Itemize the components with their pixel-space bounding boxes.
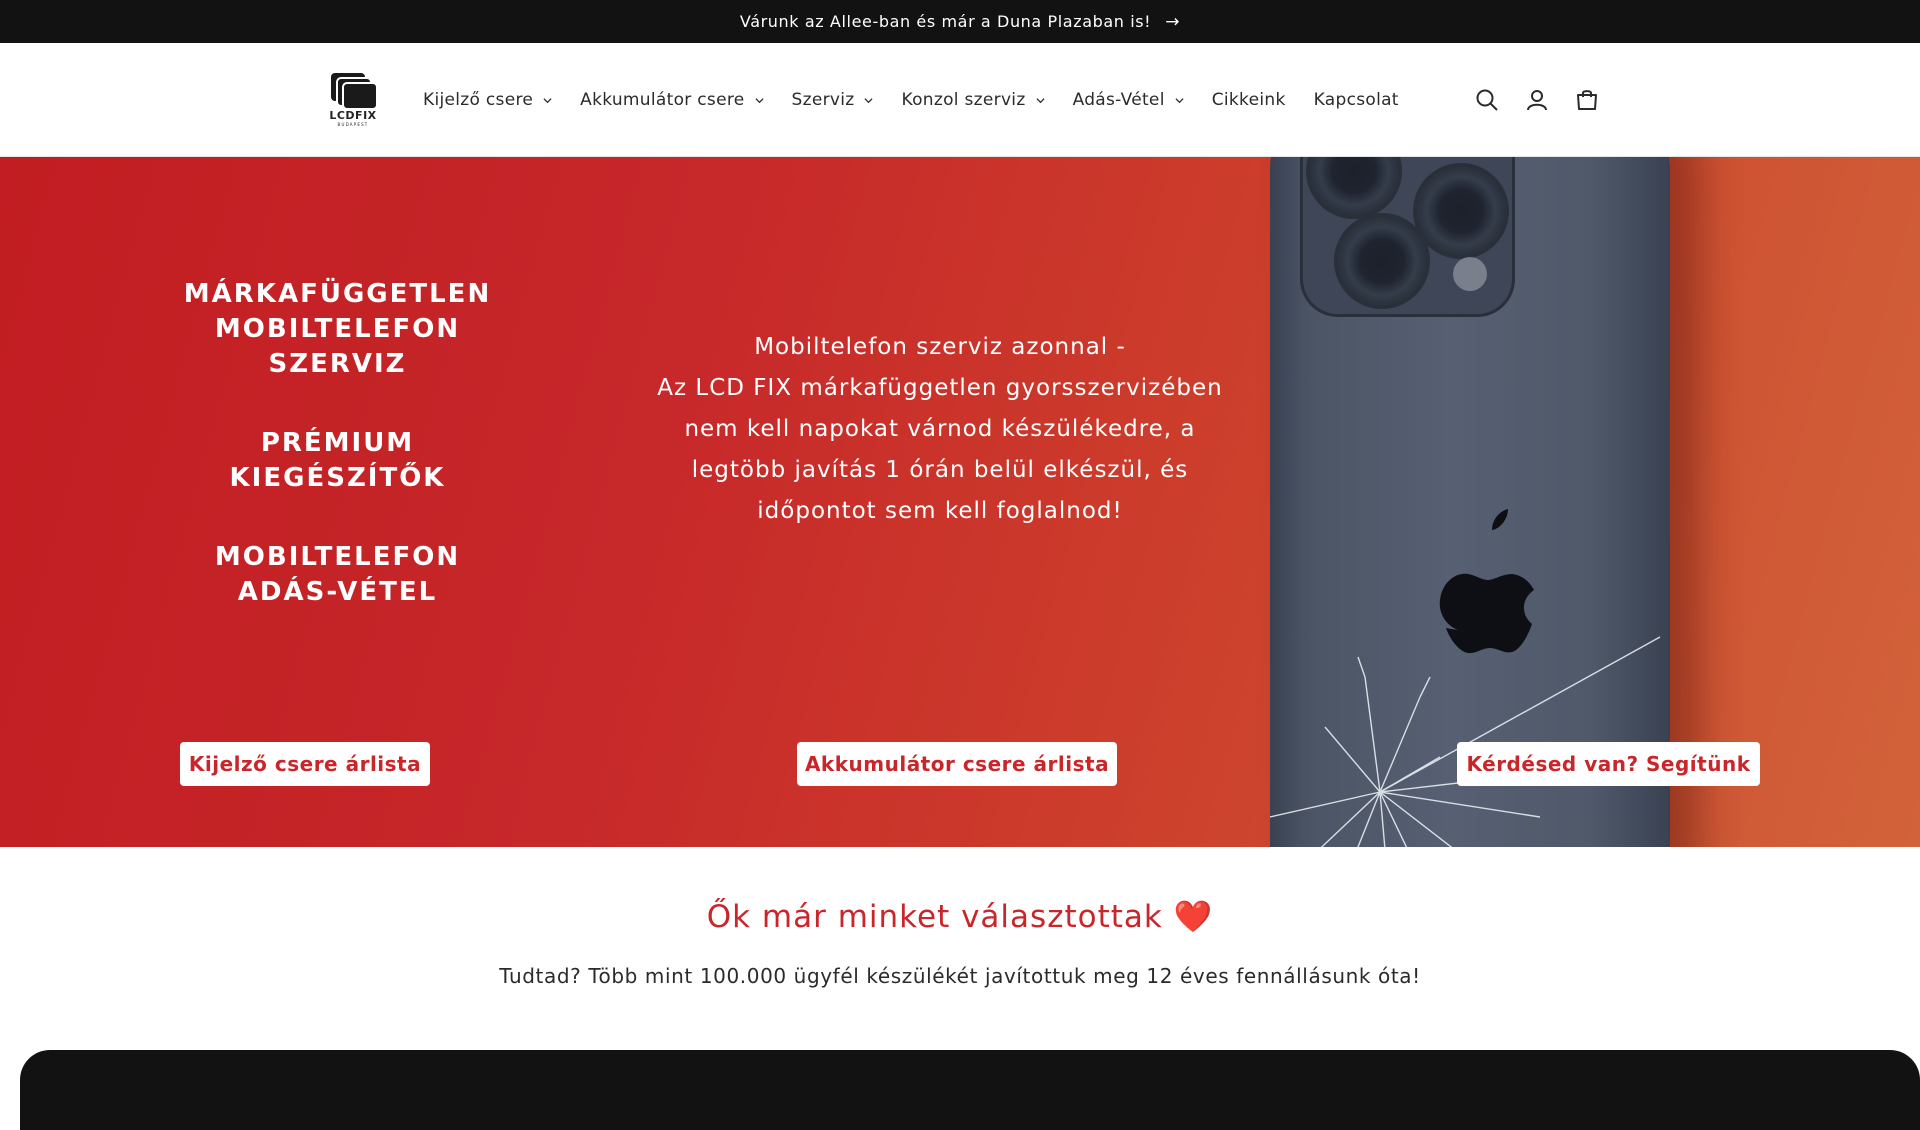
nav-label: Konzol szerviz (901, 90, 1026, 110)
description-line: Az LCD FIX márkafüggetlen gyorsszervizéb… (657, 375, 1223, 401)
chevron-down-icon (1036, 97, 1045, 103)
section-title: Ők már minket választottak ❤️ (706, 899, 1214, 935)
service-line: KIEGÉSZÍTŐK (229, 463, 446, 493)
service-line: PRÉMIUM (260, 428, 415, 458)
nav-item-cikkeink[interactable]: Cikkeink (1212, 90, 1286, 110)
cart-icon[interactable] (1562, 75, 1612, 125)
service-line: MÁRKAFÜGGETLEN (183, 279, 492, 309)
chevron-down-icon (754, 97, 764, 103)
nav-label: Kijelző csere (423, 90, 534, 110)
nav-label: Akkumulátor csere (580, 90, 745, 110)
logo-subtext: BUDAPEST (337, 122, 369, 127)
service-line: MOBILTELEFON (214, 542, 461, 572)
section-subtitle: Tudtad? Több mint 100.000 ügyfél készülé… (499, 964, 1421, 988)
nav-item-konzol-szerviz[interactable]: Konzol szerviz (901, 90, 1045, 110)
description-line: időpontot sem kell foglalnod! (757, 498, 1123, 524)
header-icons (1462, 43, 1612, 157)
display-price-list-button[interactable]: Kijelző csere árlista (180, 742, 430, 786)
nav-label: Kapcsolat (1313, 90, 1399, 110)
nav-item-adas-vetel[interactable]: Adás-Vétel (1073, 90, 1184, 110)
nav-item-kapcsolat[interactable]: Kapcsolat (1314, 90, 1399, 110)
site-header: LCDFIX BUDAPEST Kijelző csere Akkumuláto… (0, 43, 1920, 157)
testimonial-card (20, 1050, 1920, 1130)
arrow-right-icon: → (1165, 11, 1181, 32)
service-block-szerviz: MÁRKAFÜGGETLEN MOBILTELEFON SZERVIZ (160, 277, 515, 382)
battery-price-list-button[interactable]: Akkumulátor csere árlista (797, 742, 1117, 786)
description-line: legtöbb javítás 1 órán belül elkészül, é… (691, 457, 1189, 483)
chevron-down-icon (543, 97, 552, 103)
main-nav: Kijelző csere Akkumulátor csere Szerviz … (423, 43, 1427, 157)
nav-label: Adás-Vétel (1072, 90, 1165, 110)
nav-label: Szerviz (791, 90, 855, 110)
nav-item-akkumulator-csere[interactable]: Akkumulátor csere (580, 90, 764, 110)
chevron-down-icon (1175, 97, 1184, 103)
hero-description: Mobiltelefon szerviz azonnal - Az LCD FI… (640, 327, 1240, 532)
description-line: nem kell napokat várnod készülékedre, a (684, 416, 1196, 442)
hero-banner: MÁRKAFÜGGETLEN MOBILTELEFON SZERVIZ PRÉM… (0, 157, 1920, 847)
hero-services-list: MÁRKAFÜGGETLEN MOBILTELEFON SZERVIZ PRÉM… (160, 277, 515, 654)
announcement-text[interactable]: Várunk az Allee-ban és már a Duna Plazab… (740, 12, 1151, 31)
announcement-bar[interactable]: Várunk az Allee-ban és már a Duna Plazab… (0, 0, 1920, 43)
description-line: Mobiltelefon szerviz azonnal - (754, 334, 1126, 360)
search-icon[interactable] (1462, 75, 1512, 125)
nav-item-szerviz[interactable]: Szerviz (792, 90, 874, 110)
service-line: SZERVIZ (268, 349, 407, 379)
logo-mark-icon (331, 73, 378, 110)
nav-label: Cikkeink (1211, 90, 1286, 110)
service-block-kiegeszitok: PRÉMIUM KIEGÉSZÍTŐK (160, 426, 515, 496)
logo[interactable]: LCDFIX BUDAPEST (325, 71, 381, 129)
service-line: MOBILTELEFON (214, 314, 461, 344)
help-button[interactable]: Kérdésed van? Segítünk (1457, 742, 1760, 786)
service-block-adas-vetel: MOBILTELEFON ADÁS-VÉTEL (160, 540, 515, 610)
logo-text: LCDFIX (329, 109, 377, 122)
account-icon[interactable] (1512, 75, 1562, 125)
chevron-down-icon (864, 97, 874, 103)
service-line: ADÁS-VÉTEL (237, 577, 438, 607)
nav-item-kijelzo-csere[interactable]: Kijelző csere (423, 90, 552, 110)
